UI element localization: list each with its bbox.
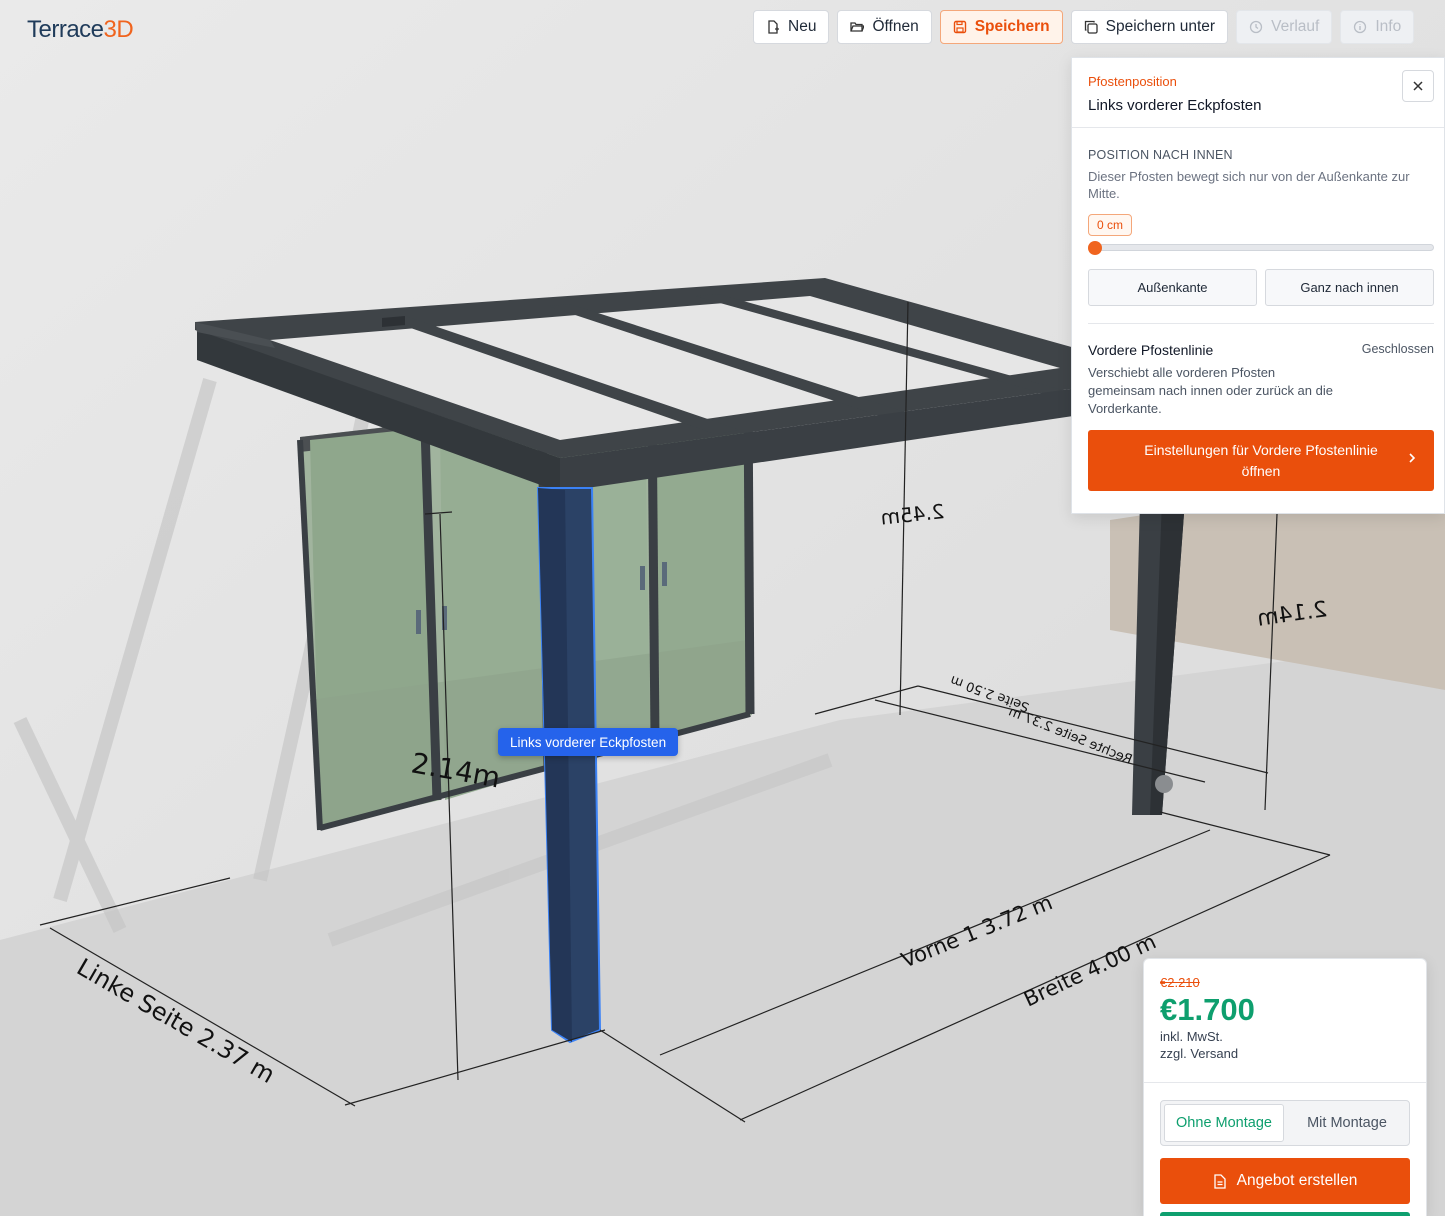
top-toolbar: Neu Öffnen Speichern Speichern unter Ver…: [753, 10, 1415, 44]
panel-title: Links vorderer Eckpfosten: [1088, 97, 1262, 114]
new-file-icon: [768, 20, 779, 34]
open-button-label: Öffnen: [872, 18, 919, 35]
inward-position-slider[interactable]: [1088, 241, 1434, 255]
save-button[interactable]: Speichern: [939, 10, 1063, 44]
old-price: €2.210: [1160, 975, 1200, 990]
selected-post-tag[interactable]: Links vorderer Eckpfosten: [498, 728, 679, 756]
close-panel-button[interactable]: [1402, 70, 1434, 102]
price-card: €2.210 €1.700 inkl. MwSt. zzgl. Versand …: [1143, 958, 1427, 1216]
document-icon: [1214, 1173, 1226, 1189]
save-as-button-label: Speichern unter: [1105, 18, 1216, 35]
inward-position-description: Dieser Pfosten bewegt sich nur von der A…: [1088, 169, 1410, 201]
front-post-line-title: Vordere Pfostenlinie: [1088, 342, 1214, 358]
inward-position-label: POSITION NACH INNEN: [1088, 148, 1233, 162]
front-post-line-description: Verschiebt alle vorderen Pfosten gemeins…: [1088, 365, 1333, 416]
slider-handle[interactable]: [1088, 241, 1102, 255]
save-button-label: Speichern: [974, 18, 1050, 35]
slider-track[interactable]: [1088, 244, 1434, 251]
history-button[interactable]: Verlauf: [1236, 10, 1333, 44]
copy-icon: [1084, 20, 1098, 34]
fully-inside-button[interactable]: Ganz nach innen: [1265, 269, 1434, 306]
create-offer-button[interactable]: Angebot erstellen: [1160, 1158, 1410, 1204]
inward-position-value: 0 cm: [1088, 214, 1133, 236]
terrace3d-logo[interactable]: Terrace3D: [27, 16, 134, 44]
save-as-button[interactable]: Speichern unter: [1070, 10, 1229, 44]
current-price: €1.700: [1160, 992, 1255, 1027]
folder-open-icon: [850, 22, 865, 32]
chevron-right-icon: [1409, 453, 1416, 463]
post-position-panel: Pfostenposition Links vorderer Eckpfoste…: [1071, 57, 1445, 514]
history-button-label: Verlauf: [1271, 18, 1320, 35]
info-button-label: Info: [1375, 18, 1402, 35]
without-installation-option[interactable]: Ohne Montage: [1164, 1104, 1284, 1142]
open-front-line-settings-label: Einstellungen für Vordere Pfostenlinie ö…: [1144, 441, 1378, 479]
open-front-line-settings-button[interactable]: Einstellungen für Vordere Pfostenlinie ö…: [1088, 430, 1434, 491]
shipping-note: zzgl. Versand: [1160, 1046, 1239, 1061]
logo-text: Terrace: [27, 16, 104, 43]
with-installation-option[interactable]: Mit Montage: [1288, 1104, 1406, 1142]
front-post-line-status: Geschlossen: [1361, 342, 1434, 356]
open-button[interactable]: Öffnen: [837, 10, 932, 44]
logo-accent: 3D: [103, 16, 134, 43]
panel-kicker: Pfostenposition: [1088, 74, 1177, 89]
new-button[interactable]: Neu: [753, 10, 830, 44]
panel-header: Pfostenposition Links vorderer Eckpfoste…: [1072, 58, 1444, 128]
secondary-action-edge[interactable]: [1160, 1212, 1410, 1216]
save-icon: [953, 20, 966, 34]
new-button-label: Neu: [788, 18, 817, 35]
create-offer-label: Angebot erstellen: [1236, 1172, 1358, 1189]
panel-divider: [1088, 323, 1434, 324]
vat-note: inkl. MwSt.: [1160, 1029, 1223, 1044]
history-icon: [1249, 20, 1263, 34]
close-icon: [1413, 81, 1423, 91]
installation-toggle: Ohne Montage Mit Montage: [1160, 1100, 1410, 1146]
info-button[interactable]: Info: [1340, 10, 1415, 44]
info-icon: [1354, 20, 1367, 34]
outer-edge-button[interactable]: Außenkante: [1088, 269, 1257, 306]
